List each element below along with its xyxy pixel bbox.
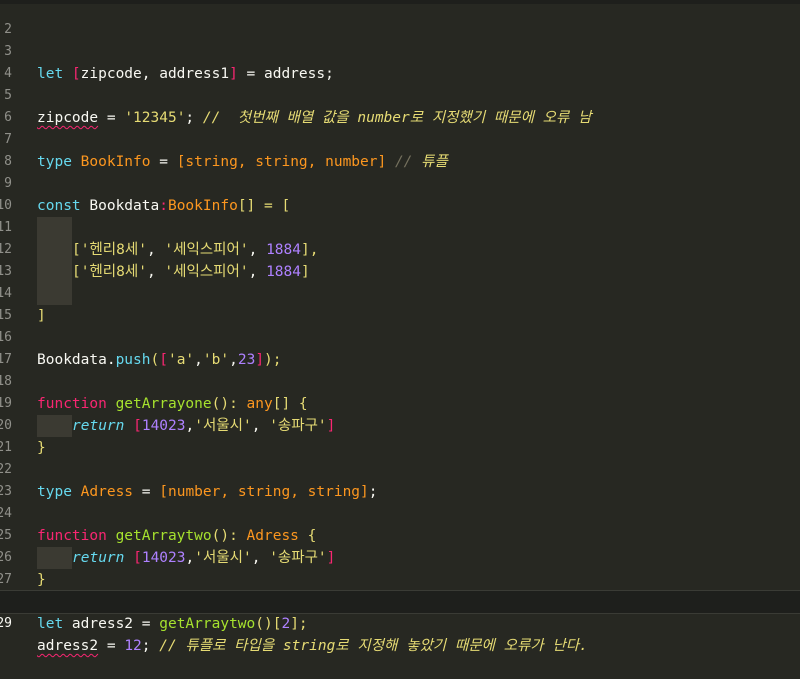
code-line-9[interactable]: 9 const Bookdata:BookInfo[] = [ (0, 151, 800, 214)
code-line-23[interactable]: 23 (0, 459, 800, 499)
code-line-20[interactable]: 20 } (0, 393, 800, 456)
code-line-28[interactable]: 28 let adress2 = getArraytwo()[2]; (0, 569, 800, 632)
code-line-12[interactable]: 12 ['헨리8세', '세익스피어', 1884] (0, 217, 800, 283)
code-line-17[interactable]: 17 (0, 327, 800, 367)
code-line-10[interactable]: 10 (0, 173, 800, 239)
code-line-14[interactable]: 14 ] (0, 261, 800, 324)
code-line-27[interactable]: 27 (0, 547, 800, 587)
code-line-26[interactable]: 26 } (0, 525, 800, 588)
code-line-8[interactable]: 8 (0, 129, 800, 169)
code-line-15[interactable]: 15 (0, 283, 800, 323)
code-line-11[interactable]: 11 ['헨리8세', '세익스피어', 1884], (0, 195, 800, 261)
code-line-19[interactable]: 19 return [14023,'서울시', '송파구'] (0, 371, 800, 437)
code-line-7[interactable]: 7 type BookInfo = [string, string, numbe… (0, 107, 800, 170)
code-line-22[interactable]: 22 type Adress = [number, string, string… (0, 437, 800, 500)
code-line-18[interactable]: 18 function getArrayone(): any[] { (0, 349, 800, 412)
error-squiggle: adress2 (37, 638, 99, 654)
code-line-16[interactable]: 16 Bookdata.push(['a','b',23]); (0, 305, 800, 368)
code-line-24[interactable]: 24 function getArraytwo(): Adress { (0, 481, 800, 544)
line-number: 29 (0, 616, 12, 631)
code-line-21[interactable]: 21 (0, 415, 800, 455)
code-line-3[interactable]: 3 let [zipcode, address1] = address; (0, 19, 800, 82)
code-line-25[interactable]: 25 return [14023,'서울시', '송파구'] (0, 503, 800, 569)
code-line-5[interactable]: 5 zipcode = '12345'; // 첫번째 배열 값을 number… (0, 63, 800, 126)
code-text: adress2 = 12; // 튜플로 타입을 string로 지정해 놓았기… (37, 638, 588, 654)
code-editor[interactable]: 2 3 let [zipcode, address1] = address; 4… (0, 0, 800, 654)
code-line-6[interactable]: 6 (0, 85, 800, 125)
code-line-4[interactable]: 4 (0, 41, 800, 81)
code-line-13[interactable]: 13 (0, 239, 800, 305)
code-line-2[interactable]: 2 (0, 0, 800, 37)
code-line-29-current[interactable]: 29 adress2 = 12; // 튜플로 타입을 string로 지정해 … (0, 590, 800, 654)
code-text: let adress2 = getArraytwo()[2]; (37, 616, 308, 632)
